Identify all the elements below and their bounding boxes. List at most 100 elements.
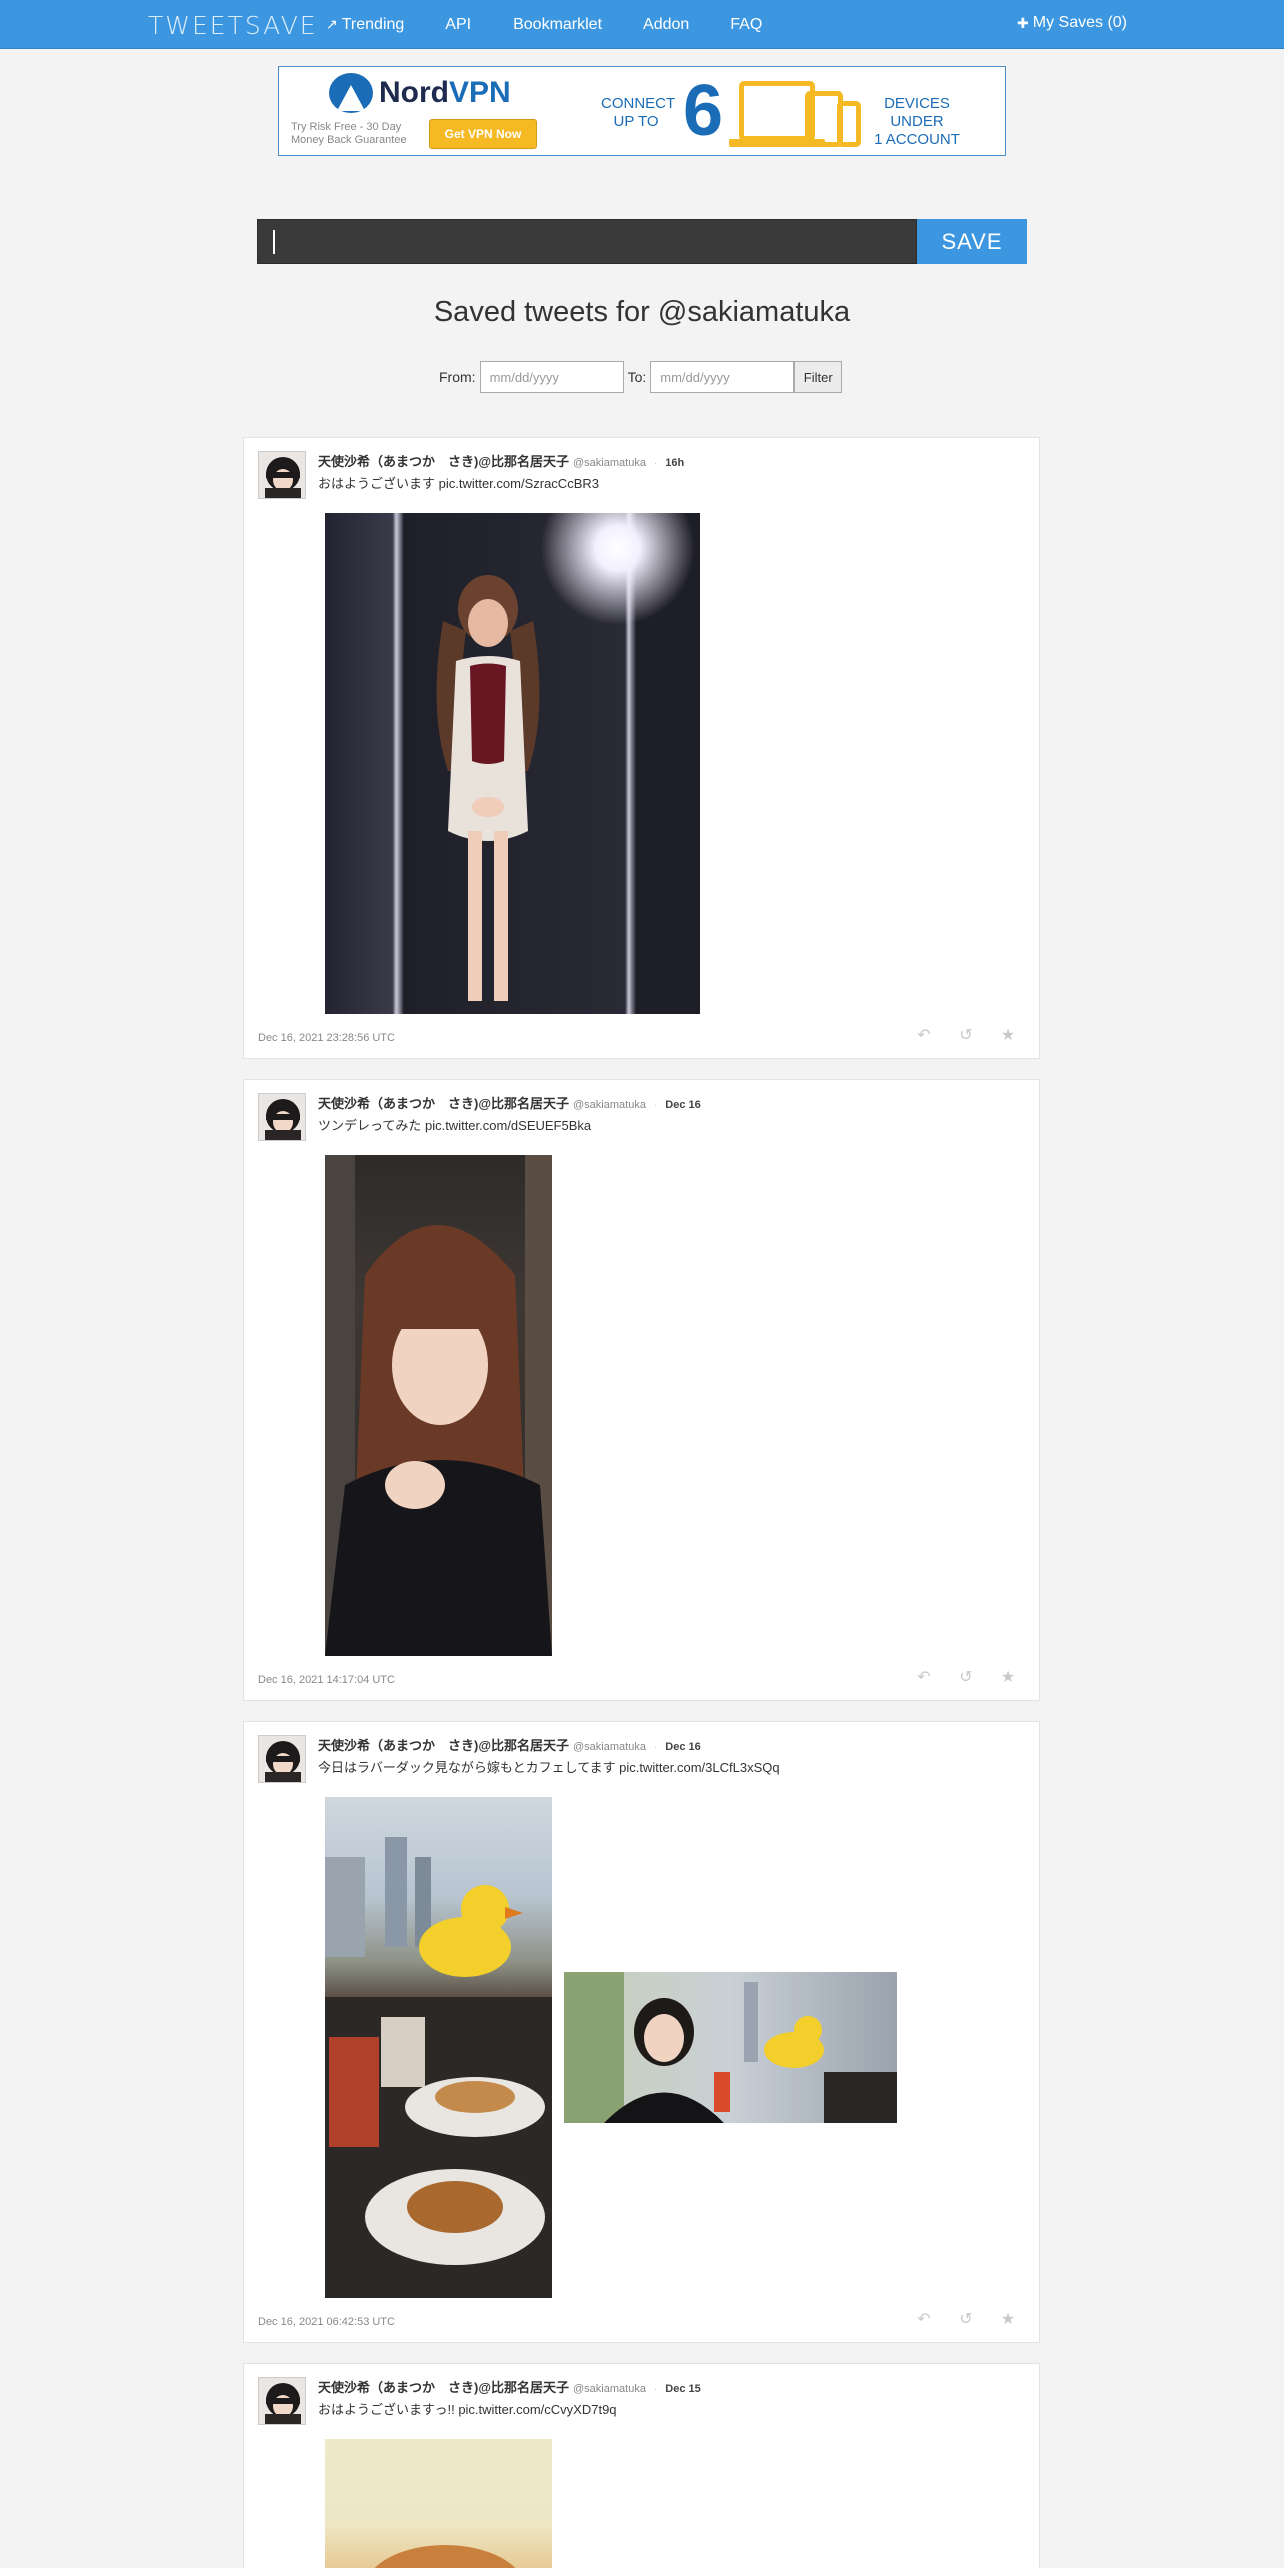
ad-devices-1: DEVICES UNDER	[884, 95, 950, 130]
tweet-relative-time[interactable]: Dec 15	[665, 2383, 700, 2395]
ad-connect-text: CONNECT UP TO	[601, 95, 676, 131]
tweet-author-handle[interactable]: @sakiamatuka	[573, 1099, 646, 1111]
tweet-timestamp: Dec 16, 2021 06:42:53 UTC	[258, 2316, 395, 2328]
tweet-header: 天使沙希（あまつか さき)@比那名居天子 @sakiamatuka · Dec …	[318, 2377, 701, 2396]
tweet-timestamp: Dec 16, 2021 14:17:04 UTC	[258, 1674, 395, 1686]
star-icon[interactable]: ★	[999, 1667, 1017, 1687]
retweet-icon[interactable]: ↺	[957, 1025, 975, 1045]
nav-bookmarklet[interactable]: Bookmarklet	[513, 16, 602, 34]
tweet-text: 今日はラバーダック見ながら嫁もとカフェしてます pic.twitter.com/…	[318, 1760, 780, 1775]
photo-subject	[436, 575, 540, 1001]
my-saves-label: My Saves (0)	[1032, 14, 1127, 31]
to-label: To:	[627, 369, 647, 385]
brand-logo[interactable]: TWEETSAVE	[148, 11, 318, 40]
save-button[interactable]: SAVE	[917, 219, 1027, 264]
separator-dot: ·	[653, 458, 658, 469]
tweet-author-name[interactable]: 天使沙希（あまつか さき)@比那名居天子	[318, 1093, 569, 1112]
tweet-author-handle[interactable]: @sakiamatuka	[573, 2383, 646, 2395]
reply-icon[interactable]: ↶	[915, 2309, 933, 2329]
tweet-photo[interactable]	[564, 1972, 897, 2123]
separator-dot: ·	[653, 2384, 658, 2395]
to-date-input[interactable]: mm/dd/yyyy	[650, 361, 795, 393]
nav-faq[interactable]: FAQ	[730, 16, 762, 34]
my-saves-link[interactable]: ✚ My Saves (0)	[1017, 14, 1127, 32]
tweet-author-handle[interactable]: @sakiamatuka	[573, 1741, 646, 1753]
tweet-card: 天使沙希（あまつか さき)@比那名居天子 @sakiamatuka · Dec …	[243, 1721, 1040, 2343]
tweet-relative-time[interactable]: Dec 16	[665, 1741, 700, 1753]
devices-illustration-icon	[709, 77, 861, 149]
tweet-url-input-wrapper	[257, 219, 917, 264]
page-title: Saved tweets for @sakiamatuka	[433, 296, 851, 328]
ad-banner[interactable]: NordVPN Try Risk Free - 30 Day Money Bac…	[278, 66, 1006, 156]
ad-brand-vpn: VPN	[449, 76, 511, 109]
star-icon[interactable]: ★	[999, 2309, 1017, 2329]
avatar[interactable]	[258, 1093, 306, 1141]
tweet-text: おはようございます pic.twitter.com/SzracCcBR3	[318, 476, 599, 491]
separator-dot: ·	[653, 1100, 658, 1111]
avatar[interactable]	[258, 2377, 306, 2425]
tweet-card: 天使沙希（あまつか さき)@比那名居天子 @sakiamatuka · 16h …	[243, 437, 1040, 1059]
filter-button[interactable]: Filter	[794, 361, 843, 393]
tweet-card: 天使沙希（あまつか さき)@比那名居天子 @sakiamatuka · Dec …	[243, 1079, 1040, 1701]
tweet-author-name[interactable]: 天使沙希（あまつか さき)@比那名居天子	[318, 1735, 569, 1754]
ad-tagline-2: Money Back Guarantee	[291, 134, 407, 146]
tweet-author-name[interactable]: 天使沙希（あまつか さき)@比那名居天子	[318, 2377, 569, 2396]
text-caret	[273, 230, 275, 254]
photo-subject	[325, 1837, 552, 2298]
tweet-relative-time[interactable]: 16h	[665, 457, 684, 469]
nav-trending[interactable]: ↗ Trending	[326, 16, 404, 34]
photo-subject	[374, 2545, 516, 2568]
nordvpn-logo-icon	[329, 73, 373, 113]
date-filter: From: mm/dd/yyyy To: mm/dd/yyyy Filter	[439, 361, 843, 393]
tweet-author-name[interactable]: 天使沙希（あまつか さき)@比那名居天子	[318, 451, 569, 470]
plus-circle-icon: ✚	[1017, 14, 1029, 31]
tweet-url-input[interactable]	[258, 220, 916, 263]
from-label: From:	[439, 369, 476, 385]
tweet-actions: ↶ ↺ ★	[915, 2309, 1017, 2329]
tweet-actions: ↶ ↺ ★	[915, 1025, 1017, 1045]
nav-addon-label: Addon	[643, 15, 690, 33]
tweet-text: おはようございますっ!! pic.twitter.com/cCvyXD7t9q	[318, 2402, 617, 2417]
tweet-photo[interactable]	[325, 1155, 552, 1656]
ad-connect-2: UP TO	[613, 113, 659, 130]
nav-faq-label: FAQ	[730, 15, 763, 33]
tweet-actions: ↶ ↺ ★	[915, 1667, 1017, 1687]
nav-trending-label: Trending	[341, 15, 405, 33]
reply-icon[interactable]: ↶	[915, 1025, 933, 1045]
tweet-timestamp: Dec 16, 2021 23:28:56 UTC	[258, 1032, 395, 1044]
nav-api[interactable]: API	[445, 16, 471, 34]
nav-links: ↗ Trending API Bookmarklet Addon FAQ	[326, 0, 803, 49]
ad-devices-text: DEVICES UNDER 1 ACCOUNT	[857, 95, 977, 149]
trending-icon: ↗	[326, 16, 338, 32]
ad-tagline-1: Try Risk Free - 30 Day	[291, 121, 402, 133]
ad-brand: NordVPN	[379, 76, 511, 110]
nav-api-label: API	[445, 15, 472, 33]
tweet-header: 天使沙希（あまつか さき)@比那名居天子 @sakiamatuka · Dec …	[318, 1093, 701, 1112]
tweet-header: 天使沙希（あまつか さき)@比那名居天子 @sakiamatuka · 16h	[318, 451, 684, 470]
from-date-input[interactable]: mm/dd/yyyy	[479, 361, 624, 393]
avatar[interactable]	[258, 451, 306, 499]
tweet-card: 天使沙希（あまつか さき)@比那名居天子 @sakiamatuka · Dec …	[243, 2363, 1040, 2568]
tweet-text: ツンデレってみた pic.twitter.com/dSEUEF5Bka	[318, 1118, 592, 1133]
photo-subject	[325, 1155, 552, 1656]
retweet-icon[interactable]: ↺	[957, 2309, 975, 2329]
separator-dot: ·	[653, 1742, 658, 1753]
ad-get-vpn-button[interactable]: Get VPN Now	[429, 119, 537, 149]
nav-addon[interactable]: Addon	[643, 16, 689, 34]
tweet-photo[interactable]	[325, 513, 700, 1014]
navbar: TWEETSAVE ↗ Trending API Bookmarklet Add…	[0, 0, 1284, 49]
ad-devices-2: 1 ACCOUNT	[874, 131, 960, 148]
avatar[interactable]	[258, 1735, 306, 1783]
retweet-icon[interactable]: ↺	[957, 1667, 975, 1687]
tweet-photo[interactable]	[325, 1797, 552, 2298]
reply-icon[interactable]: ↶	[915, 1667, 933, 1687]
nav-bookmarklet-label: Bookmarklet	[513, 15, 603, 33]
tweet-author-handle[interactable]: @sakiamatuka	[573, 457, 646, 469]
tweet-photo[interactable]	[325, 2439, 552, 2568]
ad-logo: NordVPN	[329, 73, 511, 113]
photo-subject	[564, 1972, 897, 2123]
ad-connect-1: CONNECT	[601, 95, 676, 112]
tweet-relative-time[interactable]: Dec 16	[665, 1099, 700, 1111]
ad-tagline: Try Risk Free - 30 Day Money Back Guaran…	[291, 121, 411, 147]
star-icon[interactable]: ★	[999, 1025, 1017, 1045]
